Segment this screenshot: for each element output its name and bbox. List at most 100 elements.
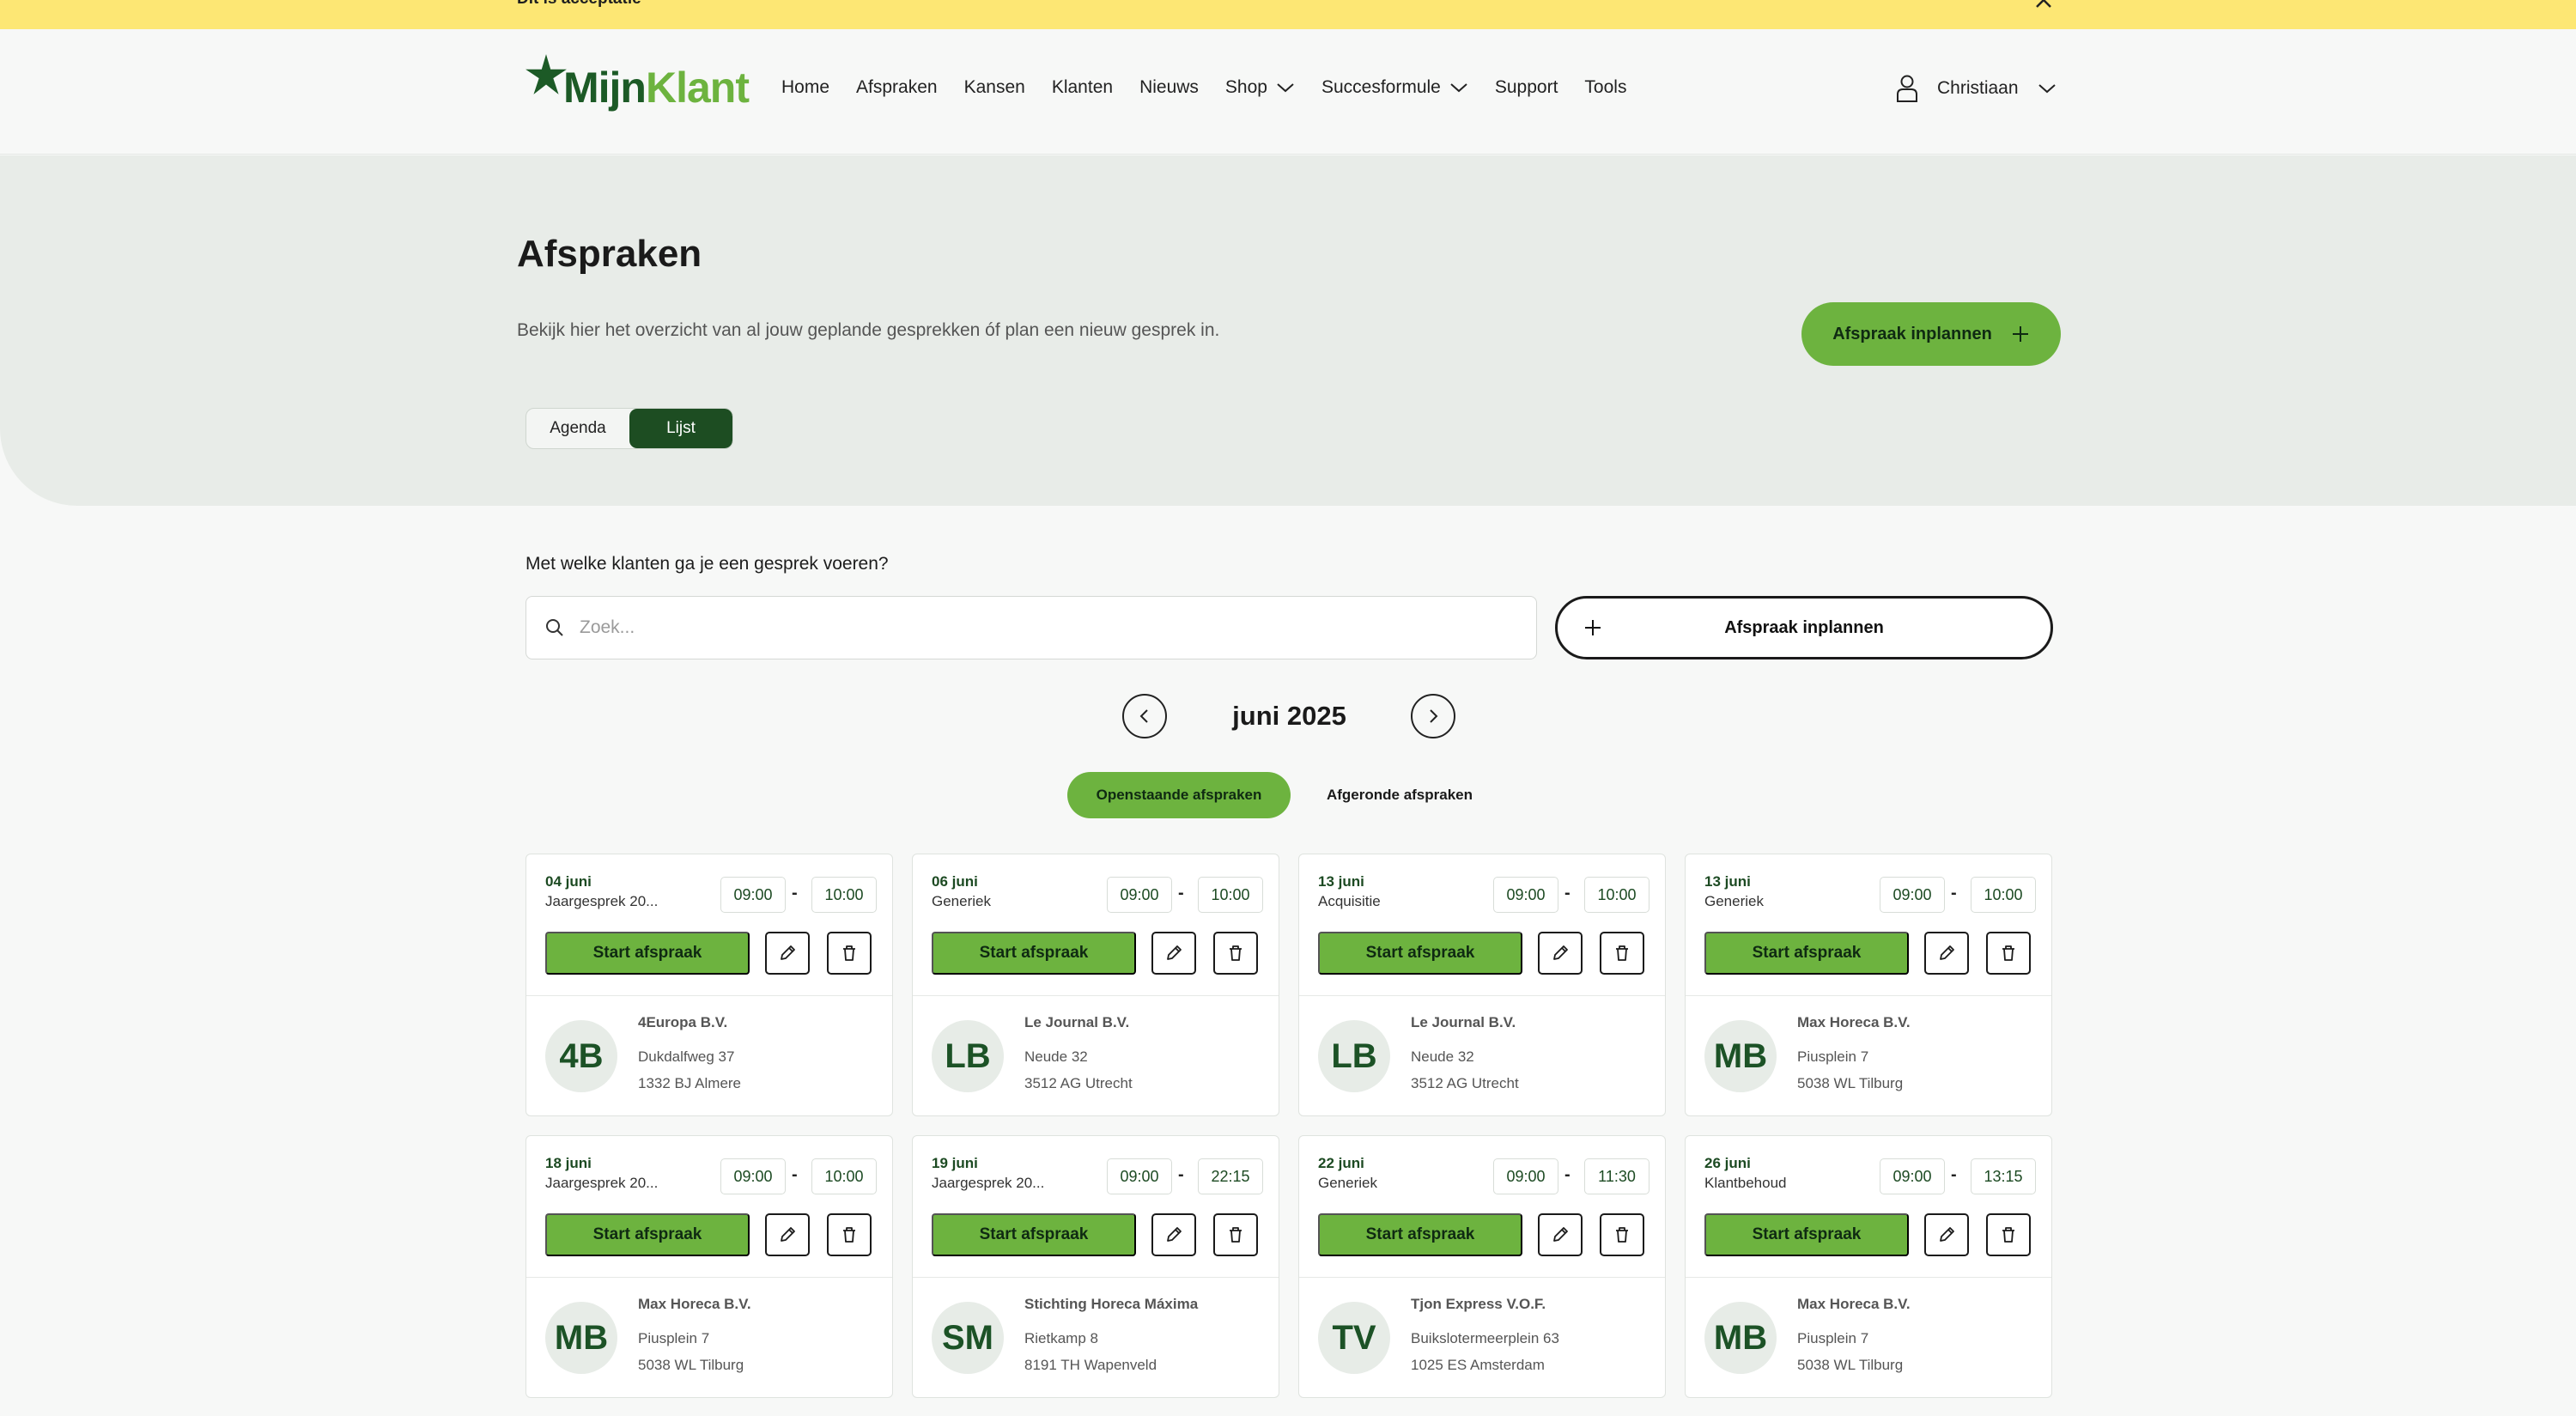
client-street: Neude 32 [1411,1048,1474,1065]
appointment-end-time[interactable]: 10:00 [1584,877,1649,913]
view-list-button[interactable]: Lijst [629,409,732,448]
schedule-appointment-button[interactable]: Afspraak inplannen [1801,302,2061,366]
nav-item-home[interactable]: Home [781,77,829,98]
client-avatar: MB [1704,1020,1777,1092]
appointment-end-time[interactable]: 13:15 [1971,1158,2036,1194]
start-appointment-button[interactable]: Start afspraak [1704,1213,1909,1256]
edit-appointment-button[interactable] [765,1213,810,1256]
appointment-start-time[interactable]: 09:00 [1493,1158,1558,1194]
client-company: 4Europa B.V. [638,1014,728,1030]
time-separator: - [1178,884,1184,902]
appointment-card-header: 13 juni Acquisitie 09:00 - 10:00 Start a… [1299,854,1665,996]
edit-appointment-button[interactable] [1924,932,1969,975]
nav-item-shop[interactable]: Shop [1225,77,1295,98]
appointment-card: 13 juni Acquisitie 09:00 - 10:00 Start a… [1298,854,1666,1116]
appointment-cards: 04 juni Jaargesprek 20... 09:00 - 10:00 … [526,854,2053,1398]
filter-completed-appointments[interactable]: Afgeronde afspraken [1301,772,1498,818]
client-company: Stichting Horeca Máxima [1024,1296,1199,1312]
appointment-card: 13 juni Generiek 09:00 - 10:00 Start afs… [1685,854,2052,1116]
edit-appointment-button[interactable] [1151,1213,1196,1256]
delete-appointment-button[interactable] [827,932,872,975]
appointment-start-time[interactable]: 09:00 [1107,877,1172,913]
delete-appointment-button[interactable] [1986,932,2031,975]
nav-item-support[interactable]: Support [1495,77,1558,98]
client-street: Piusplein 7 [1797,1330,1869,1346]
appointment-card: 06 juni Generiek 09:00 - 10:00 Start afs… [912,854,1279,1116]
pencil-icon [1167,945,1182,960]
appointment-start-time[interactable]: 09:00 [720,877,786,913]
star-icon [526,54,567,94]
appointment-start-time[interactable]: 09:00 [1493,877,1558,913]
schedule-appointment-label: Afspraak inplannen [1832,324,1992,343]
pencil-icon [1553,945,1568,960]
start-appointment-button[interactable]: Start afspraak [1318,1213,1522,1256]
appointment-date: 06 juni [932,873,978,890]
appointment-card-header: 06 juni Generiek 09:00 - 10:00 Start afs… [913,854,1279,996]
nav-item-nieuws[interactable]: Nieuws [1139,77,1199,98]
search-input[interactable] [580,617,1524,638]
client-avatar: TV [1318,1302,1390,1374]
edit-appointment-button[interactable] [1538,932,1583,975]
appointment-end-time[interactable]: 10:00 [811,1158,877,1194]
edit-appointment-button[interactable] [1151,932,1196,975]
view-agenda-button[interactable]: Agenda [526,409,629,448]
delete-appointment-button[interactable] [1600,932,1644,975]
chevron-down-icon [1450,83,1467,93]
chevron-left-icon [1139,709,1148,723]
start-appointment-button[interactable]: Start afspraak [545,932,750,975]
delete-appointment-button[interactable] [1600,1213,1644,1256]
appointment-end-time[interactable]: 10:00 [1198,877,1263,913]
client-city: 5038 WL Tilburg [638,1357,744,1373]
edit-appointment-button[interactable] [1538,1213,1583,1256]
close-icon[interactable] [2032,0,2056,12]
filter-open-appointments[interactable]: Openstaande afspraken [1067,772,1291,818]
client-company: Max Horeca B.V. [1797,1296,1911,1312]
next-month-button[interactable] [1411,694,1455,738]
client-street: Dukdalfweg 37 [638,1048,735,1065]
appointment-end-time[interactable]: 11:30 [1584,1158,1649,1194]
appointment-start-time[interactable]: 09:00 [720,1158,786,1194]
start-appointment-button[interactable]: Start afspraak [1704,932,1909,975]
delete-appointment-button[interactable] [1213,1213,1258,1256]
appointment-start-time[interactable]: 09:00 [1880,877,1945,913]
trash-icon [843,945,855,961]
nav-item-klanten[interactable]: Klanten [1052,77,1113,98]
schedule-appointment-outline-button[interactable]: Afspraak inplannen [1555,596,2053,659]
page-title: Afspraken [517,233,702,275]
delete-appointment-button[interactable] [1213,932,1258,975]
appointment-date: 18 juni [545,1155,592,1171]
start-appointment-button[interactable]: Start afspraak [932,1213,1136,1256]
current-month-label: juni 2025 [1232,701,1346,731]
appointment-type: Jaargesprek 20... [545,1175,659,1191]
start-appointment-button[interactable]: Start afspraak [932,932,1136,975]
appointment-type: Generiek [1704,893,1764,909]
appointment-type: Klantbehoud [1704,1175,1787,1191]
previous-month-button[interactable] [1122,694,1167,738]
appointment-date: 13 juni [1318,873,1364,890]
edit-appointment-button[interactable] [1924,1213,1969,1256]
delete-appointment-button[interactable] [1986,1213,2031,1256]
start-appointment-button[interactable]: Start afspraak [1318,932,1522,975]
edit-appointment-button[interactable] [765,932,810,975]
client-street: Piusplein 7 [1797,1048,1869,1065]
appointment-end-time[interactable]: 10:00 [1971,877,2036,913]
appointment-end-time[interactable]: 22:15 [1198,1158,1263,1194]
nav-item-tools[interactable]: Tools [1584,77,1626,98]
mijnklant-logo[interactable]: MijnKlant [524,45,750,131]
client-city: 8191 TH Wapenveld [1024,1357,1157,1373]
appointment-date: 26 juni [1704,1155,1751,1171]
appointment-start-time[interactable]: 09:00 [1880,1158,1945,1194]
appointment-end-time[interactable]: 10:00 [811,877,877,913]
appointment-start-time[interactable]: 09:00 [1107,1158,1172,1194]
delete-appointment-button[interactable] [827,1213,872,1256]
user-menu[interactable]: Christiaan [1896,74,2057,103]
start-appointment-button[interactable]: Start afspraak [545,1213,750,1256]
search-icon [546,619,563,636]
appointment-type: Jaargesprek 20... [545,893,659,909]
appointment-date: 04 juni [545,873,592,890]
nav-item-afspraken[interactable]: Afspraken [856,77,938,98]
user-name: Christiaan [1937,78,2019,98]
pencil-icon [1940,945,1954,960]
nav-item-succesformule[interactable]: Succesformule [1321,77,1468,98]
nav-item-kansen[interactable]: Kansen [964,77,1025,98]
